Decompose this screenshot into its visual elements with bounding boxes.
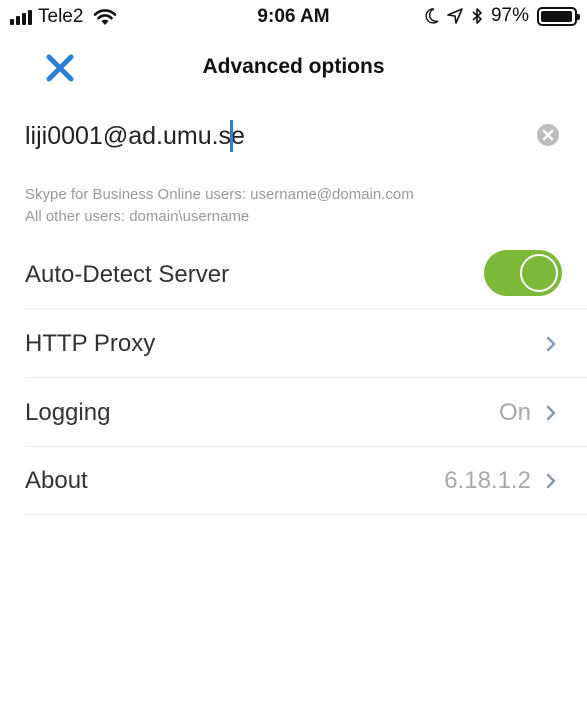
- about-label: About: [25, 467, 88, 494]
- hint-line-online: Skype for Business Online users: usernam…: [25, 186, 414, 203]
- hint-line-other: All other users: domain\username: [25, 208, 250, 225]
- battery-icon: [537, 6, 580, 26]
- http-proxy-row[interactable]: HTTP Proxy: [25, 309, 587, 378]
- email-row: [25, 112, 565, 160]
- logging-row[interactable]: Logging On: [25, 378, 587, 447]
- clear-circle-icon[interactable]: [536, 123, 560, 147]
- nav-bar: Advanced options: [0, 44, 587, 92]
- sign-in-hint: Skype for Business Online users: usernam…: [25, 184, 414, 228]
- location-icon: [447, 8, 463, 24]
- about-row[interactable]: About 6.18.1.2: [25, 446, 587, 515]
- battery-percent: 97%: [490, 5, 529, 26]
- about-version: 6.18.1.2: [444, 467, 531, 494]
- chevron-right-icon: [546, 405, 556, 421]
- status-bar: Tele2 9:06 AM 97%: [0, 0, 587, 34]
- bluetooth-icon: [472, 8, 482, 24]
- toggle-knob: [520, 254, 558, 292]
- email-field[interactable]: [25, 118, 495, 154]
- logging-value: On: [498, 399, 531, 426]
- moon-icon: [425, 8, 439, 24]
- page-title: Advanced options: [202, 55, 385, 78]
- text-caret: [230, 120, 233, 152]
- auto-detect-server-toggle[interactable]: [484, 250, 562, 296]
- status-bar-right: 97%: [425, 5, 580, 27]
- auto-detect-server-row: Auto-Detect Server: [25, 240, 587, 309]
- http-proxy-label: HTTP Proxy: [25, 330, 156, 357]
- chevron-right-icon: [546, 473, 556, 489]
- logging-label: Logging: [25, 399, 111, 426]
- auto-detect-server-label: Auto-Detect Server: [25, 261, 230, 288]
- chevron-right-icon: [546, 336, 556, 352]
